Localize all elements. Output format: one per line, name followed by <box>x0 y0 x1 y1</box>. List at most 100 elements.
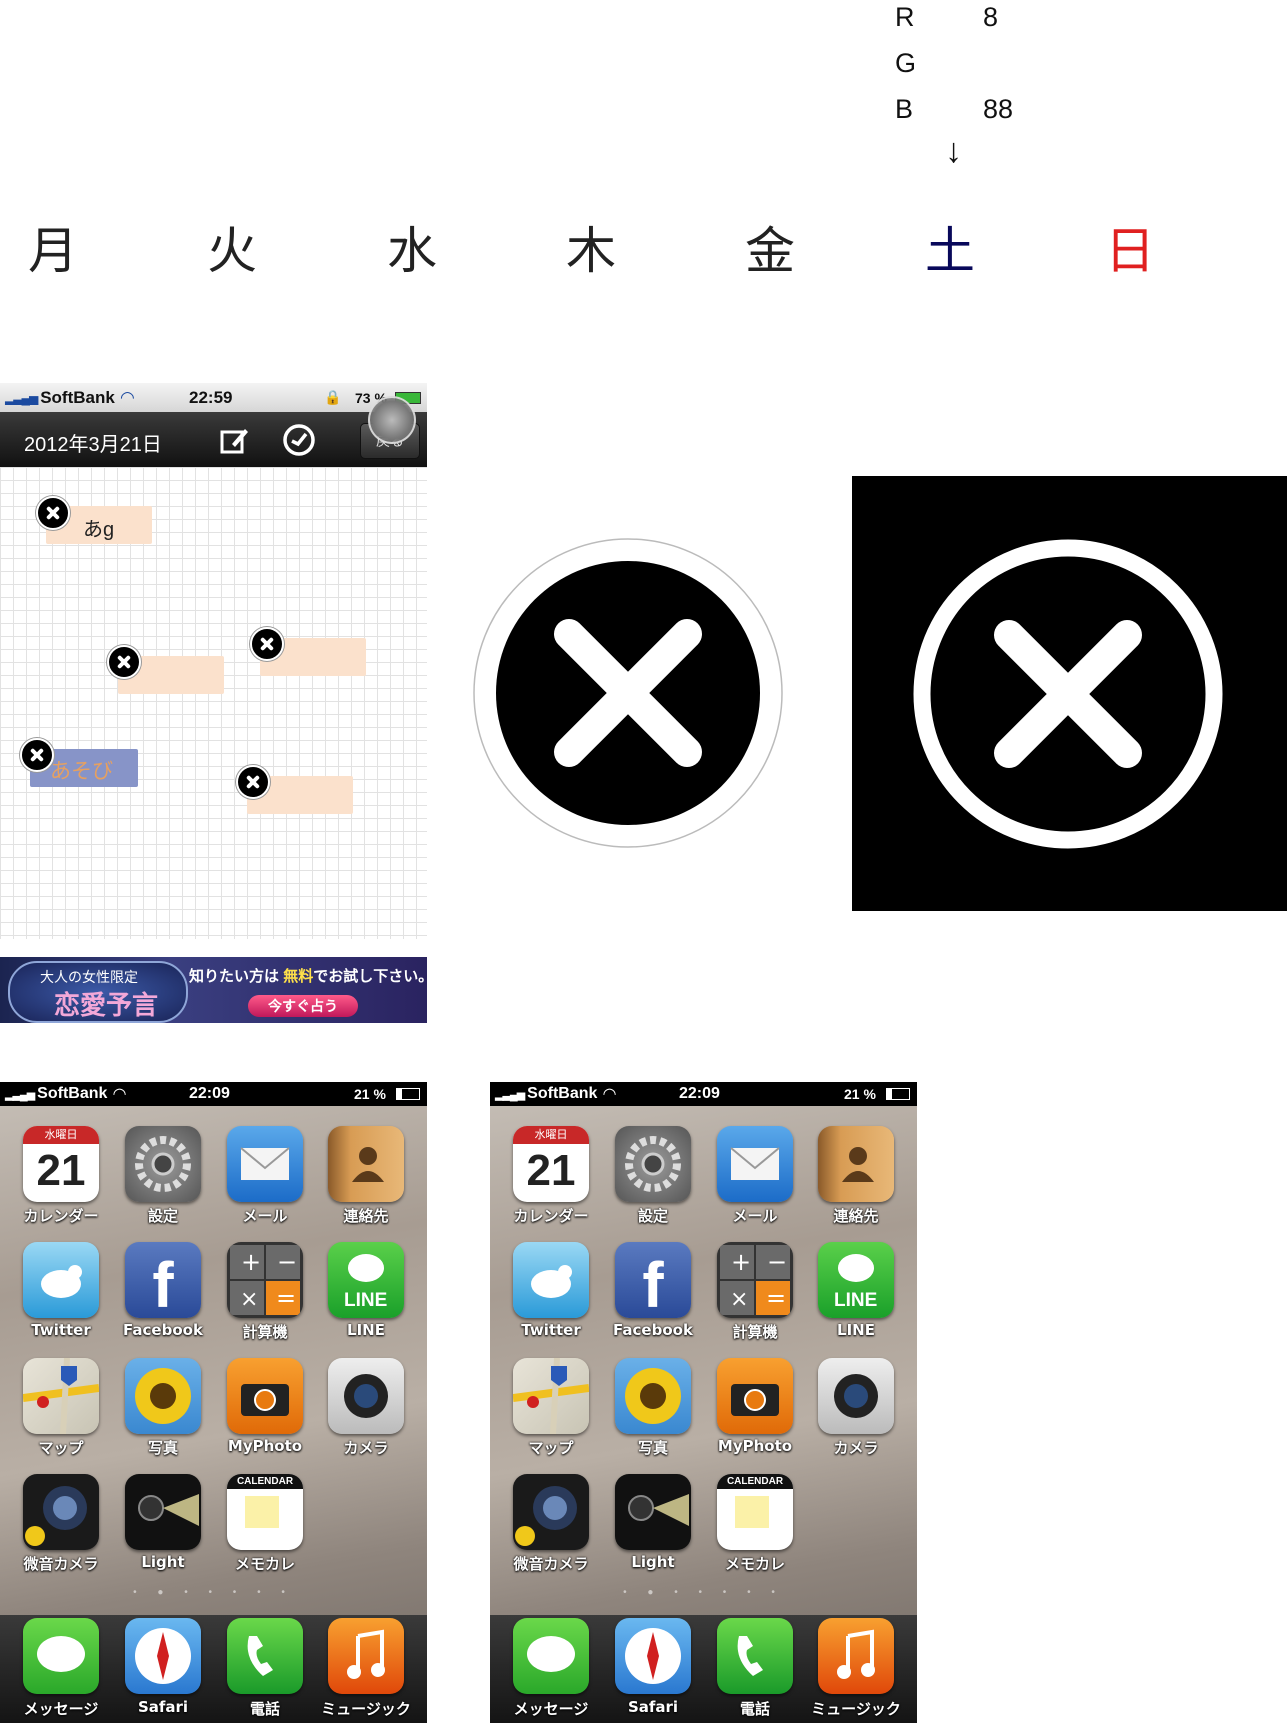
app-label: カメラ <box>343 1439 389 1457</box>
weekday-sat: 土 <box>925 222 975 280</box>
app-label: 計算機 <box>242 1323 288 1341</box>
signal-icon: ▂▃▄▅ <box>5 390 38 405</box>
phone-app-icon[interactable] <box>717 1618 793 1694</box>
ad-cta-button[interactable]: 今すぐ占う <box>248 995 358 1017</box>
phone-app-icon[interactable] <box>227 1618 303 1694</box>
nav-date: 2012年3月21日 <box>24 434 162 456</box>
facebook-app-icon[interactable]: f <box>615 1242 691 1318</box>
calendar-app-icon[interactable]: 水曜日 21 <box>513 1126 589 1202</box>
line-app-icon[interactable]: LINE <box>818 1242 894 1318</box>
camera-app-icon[interactable] <box>328 1358 404 1434</box>
safari-app-icon[interactable] <box>615 1618 691 1694</box>
status-bar: ▂▃▄▅ SoftBank ◠ 22:09 21 % <box>490 1082 917 1106</box>
app-label: Twitter <box>31 1321 91 1339</box>
envelope-icon <box>730 1147 780 1180</box>
app-label: メモカレ <box>234 1555 295 1573</box>
contacts-app-icon[interactable] <box>328 1126 404 1202</box>
weekday-wed: 水 <box>387 222 437 280</box>
app-label: カレンダー <box>23 1207 99 1225</box>
svg-text:−: − <box>767 1248 787 1276</box>
line-app-icon[interactable]: LINE <box>328 1242 404 1318</box>
map-icon <box>513 1358 589 1434</box>
delete-note-icon[interactable] <box>20 738 54 772</box>
calendar-app-icon[interactable]: 水曜日 21 <box>23 1126 99 1202</box>
status-time: 22:59 <box>189 387 233 407</box>
app-label: 連絡先 <box>833 1207 879 1225</box>
camera-app-icon[interactable] <box>818 1358 894 1434</box>
lens-icon <box>25 1486 87 1546</box>
delete-note-icon[interactable] <box>236 765 270 799</box>
memo-board[interactable]: あg あそび <box>0 467 427 939</box>
photos-app-icon[interactable] <box>615 1358 691 1434</box>
mail-app-icon[interactable] <box>227 1126 303 1202</box>
carrier-label: SoftBank <box>527 1085 598 1102</box>
memocale-app-icon[interactable]: CALENDAR <box>227 1474 303 1550</box>
mail-app-icon[interactable] <box>717 1126 793 1202</box>
contacts-app-icon[interactable] <box>818 1126 894 1202</box>
gear-icon <box>625 1136 681 1192</box>
ad-title: 恋愛予言 <box>54 990 159 1020</box>
carrier-label: SoftBank <box>40 387 115 407</box>
app-label: 連絡先 <box>343 1207 389 1225</box>
app-label: LINE <box>837 1321 875 1339</box>
settings-app-icon[interactable] <box>125 1126 201 1202</box>
photos-app-icon[interactable] <box>125 1358 201 1434</box>
status-time: 22:09 <box>679 1085 720 1102</box>
twitter-app-icon[interactable] <box>513 1242 589 1318</box>
quiet-camera-app-icon[interactable] <box>23 1474 99 1550</box>
memo-note-text: あそび <box>50 760 113 783</box>
music-note-icon <box>347 1629 385 1679</box>
delete-note-icon[interactable] <box>36 496 70 530</box>
app-label: メール <box>242 1207 288 1225</box>
light-app-icon[interactable] <box>125 1474 201 1550</box>
quiet-camera-app-icon[interactable] <box>513 1474 589 1550</box>
music-app-icon[interactable] <box>328 1618 404 1694</box>
lens-icon <box>834 1374 878 1418</box>
delete-note-icon[interactable] <box>107 645 141 679</box>
assistive-touch-button[interactable] <box>368 396 416 444</box>
messages-app-icon[interactable] <box>23 1618 99 1694</box>
weekday-thu: 木 <box>566 222 616 280</box>
app-label: 微音カメラ <box>23 1555 99 1573</box>
app-label: MyPhoto <box>227 1437 303 1455</box>
bird-icon <box>531 1265 572 1298</box>
calculator-app-icon[interactable]: + − × = <box>227 1242 303 1318</box>
status-time: 22:09 <box>189 1085 230 1102</box>
app-label: Light <box>141 1553 185 1571</box>
svg-text:×: × <box>730 1287 748 1312</box>
clock-icon[interactable] <box>282 423 316 457</box>
edit-icon[interactable] <box>218 424 250 456</box>
compass-icon <box>625 1628 681 1684</box>
flashlight-icon <box>628 1494 689 1526</box>
battery-icon <box>396 1088 420 1100</box>
app-label: MyPhoto <box>717 1437 793 1455</box>
safari-app-icon[interactable] <box>125 1618 201 1694</box>
calculator-app-icon[interactable]: + − × = <box>717 1242 793 1318</box>
memocale-app-icon[interactable]: CALENDAR <box>717 1474 793 1550</box>
twitter-app-icon[interactable] <box>23 1242 99 1318</box>
compass-icon <box>135 1628 191 1684</box>
battery-percent: 21 % <box>844 1086 876 1102</box>
messages-app-icon[interactable] <box>513 1618 589 1694</box>
page-indicator[interactable]: • ● • • • • • <box>0 1587 427 1598</box>
music-app-icon[interactable] <box>818 1618 894 1694</box>
signal-icon: ▂▃▄▅ <box>5 1088 35 1101</box>
app-label: Facebook <box>613 1321 693 1339</box>
light-app-icon[interactable] <box>615 1474 691 1550</box>
myphoto-app-icon[interactable] <box>717 1358 793 1434</box>
down-arrow-icon: ↓ <box>945 132 962 170</box>
app-label: Safari <box>137 1698 189 1716</box>
ad-banner[interactable]: 大人の女性限定 恋愛予言 知りたい方は 無料でお試し下さい。 今すぐ占う <box>0 957 427 1023</box>
page-indicator[interactable]: • ● • • • • • <box>490 1587 917 1598</box>
delete-note-icon[interactable] <box>250 627 284 661</box>
facebook-app-icon[interactable]: f <box>125 1242 201 1318</box>
maps-app-icon[interactable] <box>513 1358 589 1434</box>
settings-app-icon[interactable] <box>615 1126 691 1202</box>
svg-text:LINE: LINE <box>344 1290 387 1311</box>
maps-app-icon[interactable] <box>23 1358 99 1434</box>
app-label: 設定 <box>637 1207 668 1225</box>
lens-icon <box>515 1486 577 1546</box>
map-icon <box>23 1358 99 1434</box>
myphoto-app-icon[interactable] <box>227 1358 303 1434</box>
app-label: マップ <box>38 1439 84 1457</box>
